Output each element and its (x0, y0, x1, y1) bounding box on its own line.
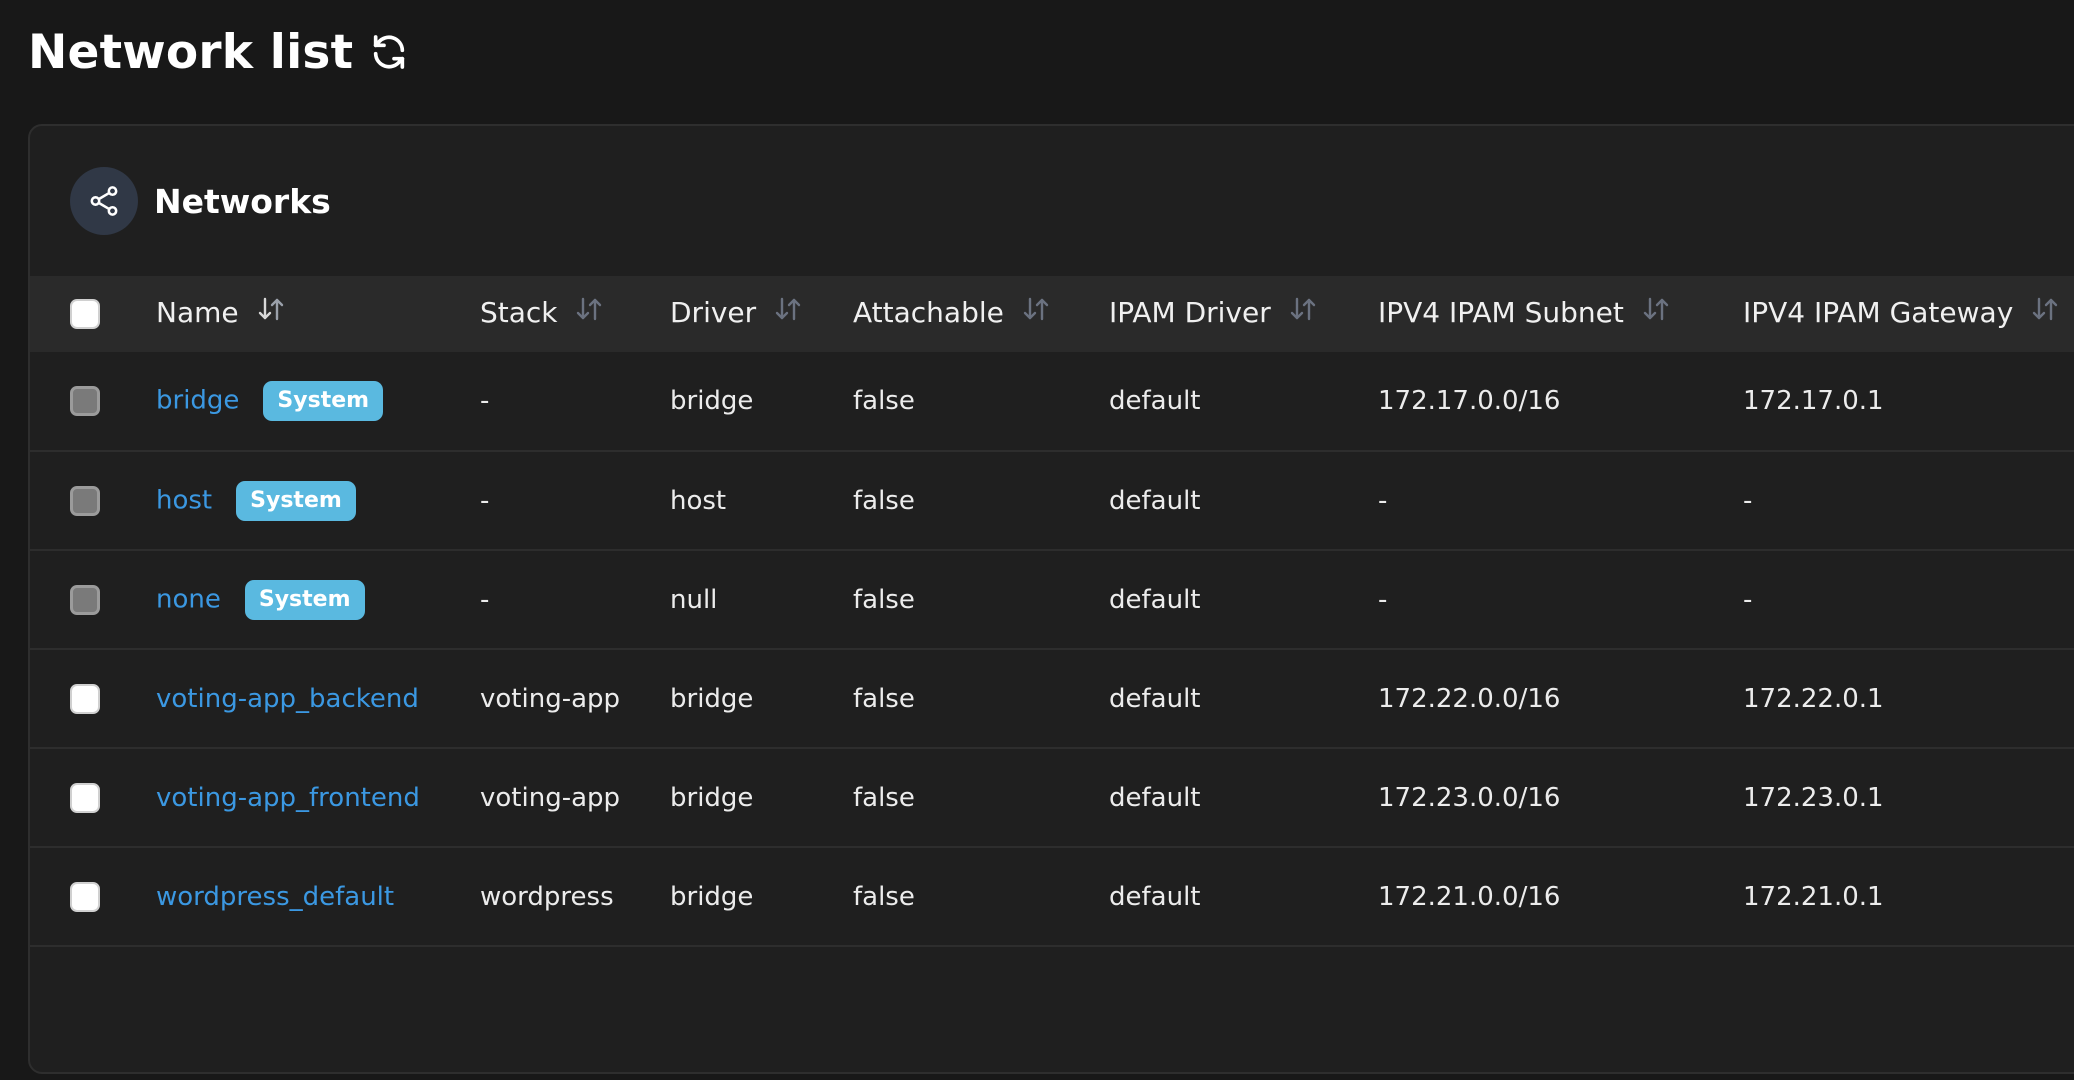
ipam-driver-cell: default (1109, 584, 1201, 615)
gateway-cell: 172.23.0.1 (1743, 782, 1884, 813)
system-badge: System (244, 579, 365, 620)
attachable-cell: false (853, 485, 915, 516)
subnet-cell: - (1378, 485, 1388, 516)
select-all-checkbox[interactable] (70, 299, 100, 329)
ipam-driver-cell: default (1109, 386, 1201, 416)
gateway-cell: - (1743, 584, 1753, 615)
table-header-row: Name Stack Driver Attachable IPAM Driver… (30, 276, 2074, 352)
column-header-stack[interactable]: Stack (480, 276, 670, 352)
network-name-link[interactable]: bridge (156, 386, 239, 416)
panel-title: Networks (154, 181, 331, 221)
table-row: none System - null false default - - (30, 550, 2074, 649)
table-row: voting-app_backend voting-app bridge fal… (30, 649, 2074, 748)
row-checkbox[interactable] (70, 881, 100, 912)
sort-arrows-icon[interactable] (574, 295, 604, 330)
gateway-cell: 172.21.0.1 (1743, 881, 1884, 912)
ipam-driver-cell: default (1109, 881, 1201, 912)
row-checkbox (70, 485, 100, 516)
attachable-cell: false (853, 584, 915, 615)
attachable-cell: false (853, 386, 915, 416)
system-badge: System (236, 480, 356, 521)
driver-cell: host (670, 485, 727, 516)
sort-arrows-icon[interactable] (1288, 295, 1318, 330)
row-checkbox[interactable] (70, 683, 100, 714)
attachable-cell: false (853, 782, 915, 813)
subnet-cell: 172.17.0.0/16 (1378, 386, 1561, 416)
gateway-cell: - (1743, 485, 1753, 516)
column-header-ipam-driver[interactable]: IPAM Driver (1109, 276, 1378, 352)
attachable-cell: false (853, 881, 915, 912)
table-row: wordpress_default wordpress bridge false… (30, 847, 2074, 946)
networks-panel: Networks Name Stack Driver Attachable IP… (28, 124, 2074, 1074)
gateway-cell: 172.17.0.1 (1743, 386, 1884, 416)
network-name-link[interactable]: host (156, 485, 212, 515)
network-name-link[interactable]: none (156, 584, 221, 614)
column-header-attachable[interactable]: Attachable (853, 276, 1109, 352)
table-row: host System - host false default - - (30, 451, 2074, 550)
ipam-driver-cell: default (1109, 485, 1201, 516)
driver-cell: null (670, 584, 718, 615)
stack-cell: - (480, 386, 490, 416)
column-header-ipv4-gateway[interactable]: IPV4 IPAM Gateway (1743, 276, 2074, 352)
networks-table: Name Stack Driver Attachable IPAM Driver… (30, 276, 2074, 947)
ipam-driver-cell: default (1109, 782, 1201, 813)
network-name-link[interactable]: voting-app_backend (156, 684, 419, 714)
sort-arrows-icon[interactable] (2030, 295, 2060, 330)
stack-cell: - (480, 584, 490, 615)
network-name-link[interactable]: voting-app_frontend (156, 783, 420, 813)
page-title: Network list (28, 24, 354, 80)
stack-cell: voting-app (480, 683, 621, 714)
sort-arrows-icon[interactable] (256, 295, 286, 330)
gateway-cell: 172.22.0.1 (1743, 683, 1884, 714)
row-checkbox[interactable] (70, 782, 100, 813)
driver-cell: bridge (670, 782, 754, 813)
row-checkbox (70, 386, 100, 416)
ipam-driver-cell: default (1109, 683, 1201, 714)
page-header: Network list (28, 20, 409, 84)
row-checkbox (70, 584, 100, 615)
column-header-name[interactable]: Name (156, 276, 480, 352)
attachable-cell: false (853, 683, 915, 714)
subnet-cell: 172.22.0.0/16 (1378, 683, 1561, 714)
subnet-cell: 172.21.0.0/16 (1378, 881, 1561, 912)
share-nodes-icon (70, 167, 138, 235)
driver-cell: bridge (670, 683, 754, 714)
table-row: bridge System - bridge false default 172.… (30, 352, 2074, 451)
network-name-link[interactable]: wordpress_default (156, 882, 394, 912)
stack-cell: voting-app (480, 782, 621, 813)
sort-arrows-icon[interactable] (1021, 295, 1051, 330)
refresh-icon[interactable] (369, 32, 409, 72)
system-badge: System (263, 381, 384, 421)
column-header-driver[interactable]: Driver (670, 276, 853, 352)
driver-cell: bridge (670, 386, 754, 416)
driver-cell: bridge (670, 881, 754, 912)
column-header-ipv4-subnet[interactable]: IPV4 IPAM Subnet (1378, 276, 1743, 352)
sort-arrows-icon[interactable] (1641, 295, 1671, 330)
subnet-cell: - (1378, 584, 1388, 615)
stack-cell: wordpress (480, 881, 614, 912)
table-row: voting-app_frontend voting-app bridge fa… (30, 748, 2074, 847)
subnet-cell: 172.23.0.0/16 (1378, 782, 1561, 813)
stack-cell: - (480, 485, 490, 516)
panel-header: Networks (30, 126, 2074, 276)
sort-arrows-icon[interactable] (773, 295, 803, 330)
